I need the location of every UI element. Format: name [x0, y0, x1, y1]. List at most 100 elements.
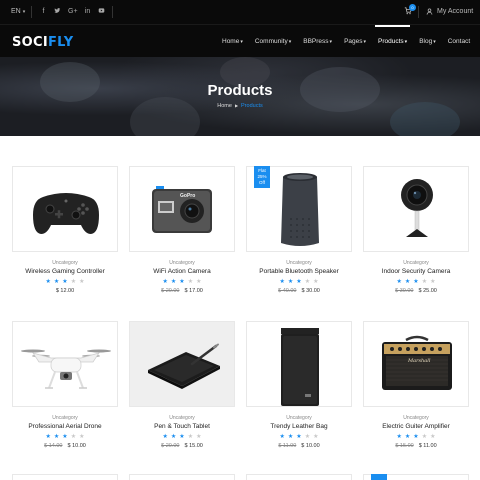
product-name[interactable]: Portable Bluetooth Speaker — [246, 268, 352, 275]
star-icon: ★ — [53, 434, 60, 440]
star-icon: ★ — [404, 434, 411, 440]
product-card-partial — [12, 474, 118, 480]
star-icon: ★ — [404, 279, 411, 285]
product-category[interactable]: Uncategory — [12, 415, 118, 421]
product-image[interactable] — [246, 321, 352, 407]
nav-item-contact[interactable]: Contact — [442, 25, 476, 58]
nav-item-community[interactable]: Community ▾ — [249, 25, 297, 58]
nav-item-bbpress[interactable]: BBPress ▾ — [297, 25, 338, 58]
language-selector[interactable]: EN ▾ — [11, 8, 25, 15]
product-category[interactable]: Uncategory — [12, 260, 118, 266]
cart-button[interactable]: 0 — [404, 4, 416, 17]
star-icon: ★ — [287, 279, 294, 285]
main-menu: Home ▾ Community ▾ BBPress ▾ Pages ▾ Product… — [216, 25, 476, 58]
product-name[interactable]: Wireless Gaming Controller — [12, 268, 118, 275]
product-image[interactable] — [12, 321, 118, 407]
star-icon: ★ — [179, 434, 185, 440]
product-image[interactable]: Marshall — [363, 321, 469, 407]
star-icon: ★ — [79, 434, 85, 440]
product-price: $ 14.00 $ 10.00 — [44, 443, 86, 449]
star-icon: ★ — [162, 434, 168, 440]
star-icon: ★ — [70, 279, 77, 285]
sale-badge-partial — [371, 474, 387, 480]
top-bar: EN ▾ f G+ in 0 My Account — [0, 0, 480, 24]
star-icon: ★ — [413, 434, 419, 440]
product-card-partial — [246, 474, 352, 480]
product-category[interactable]: Uncategory — [129, 260, 235, 266]
product-category[interactable]: Uncategory — [363, 260, 469, 266]
star-icon: ★ — [187, 434, 194, 440]
star-icon: ★ — [313, 279, 319, 285]
nav-item-pages[interactable]: Pages ▾ — [338, 25, 372, 58]
product-rating: ★ ★ ★ ★ ★ — [129, 278, 235, 285]
twitter-icon[interactable] — [54, 7, 61, 16]
star-icon: ★ — [196, 434, 202, 440]
product-image[interactable] — [363, 166, 469, 252]
product-name[interactable]: Pen & Touch Tablet — [129, 423, 235, 430]
star-icon: ★ — [396, 279, 402, 285]
nav-item-blog[interactable]: Blog ▾ — [413, 25, 442, 58]
nav-item-home[interactable]: Home ▾ — [216, 25, 249, 58]
star-icon: ★ — [70, 434, 77, 440]
site-logo[interactable]: SOCIFLY — [12, 35, 73, 50]
user-icon — [426, 8, 433, 15]
product-price: $ 30.00 $ 25.00 — [395, 288, 437, 294]
star-icon: ★ — [179, 279, 185, 285]
product-category[interactable]: Uncategory — [246, 260, 352, 266]
product-category[interactable]: Uncategory — [246, 415, 352, 421]
product-rating: ★ ★ ★ ★ ★ — [12, 278, 118, 285]
leather-bag-icon — [281, 328, 319, 406]
divider — [31, 6, 32, 18]
star-icon: ★ — [79, 279, 85, 285]
my-account-link[interactable]: My Account — [426, 8, 473, 15]
product-image[interactable]: GoPro — [129, 166, 235, 252]
facebook-icon[interactable]: f — [40, 7, 47, 16]
product-rating: ★ ★ ★ ★ ★ — [363, 433, 469, 440]
star-icon: ★ — [162, 279, 168, 285]
chevron-down-icon: ▾ — [288, 38, 292, 45]
social-links: f G+ in — [40, 7, 105, 16]
chevron-down-icon: ▾ — [433, 38, 436, 45]
product-price: $ 20.00 $ 17.00 — [161, 288, 203, 294]
google-plus-icon[interactable]: G+ — [68, 7, 78, 16]
youtube-icon[interactable] — [98, 7, 105, 16]
product-rating: ★ ★ ★ ★ ★ — [246, 433, 352, 440]
divider — [112, 6, 113, 18]
breadcrumb-home[interactable]: Home — [217, 103, 232, 109]
action-camera-icon: GoPro — [152, 186, 212, 233]
product-name[interactable]: Indoor Security Camera — [363, 268, 469, 275]
chevron-down-icon: ▾ — [404, 38, 408, 45]
star-icon: ★ — [170, 434, 177, 440]
product-card-partial — [129, 474, 235, 480]
product-name[interactable]: Trendy Leather Bag — [246, 423, 352, 430]
product-name[interactable]: Professional Aerial Drone — [12, 423, 118, 430]
product-image[interactable] — [12, 166, 118, 252]
linkedin-icon[interactable]: in — [84, 7, 91, 16]
product-name[interactable]: Electric Guiter Amplifier — [363, 423, 469, 430]
drawing-tablet-icon — [148, 343, 220, 389]
star-icon: ★ — [287, 434, 294, 440]
product-image[interactable] — [129, 321, 235, 407]
product-rating: ★ ★ ★ ★ ★ — [246, 278, 352, 285]
page-hero-banner: Products Home ▶ Products — [0, 57, 480, 136]
gamepad-icon — [33, 193, 99, 234]
product-category[interactable]: Uncategory — [129, 415, 235, 421]
amplifier-icon: Marshall — [382, 335, 452, 390]
star-icon: ★ — [421, 279, 428, 285]
page-title: Products — [207, 82, 273, 99]
star-icon: ★ — [421, 434, 428, 440]
star-icon: ★ — [304, 279, 311, 285]
star-icon: ★ — [413, 279, 419, 285]
chevron-right-icon: ▶ — [234, 103, 239, 108]
product-price: $ 15.00 $ 11.00 — [395, 443, 437, 449]
breadcrumb-current: Products — [241, 103, 263, 109]
product-category[interactable]: Uncategory — [363, 415, 469, 421]
nav-item-products[interactable]: Products ▾ — [372, 25, 413, 58]
chevron-down-icon: ▾ — [329, 38, 333, 45]
star-icon: ★ — [62, 434, 68, 440]
cart-count-badge: 0 — [409, 4, 416, 11]
product-rating: ★ ★ ★ ★ ★ — [363, 278, 469, 285]
star-icon: ★ — [170, 279, 177, 285]
star-icon: ★ — [62, 279, 68, 285]
product-name[interactable]: WiFi Action Camera — [129, 268, 235, 275]
